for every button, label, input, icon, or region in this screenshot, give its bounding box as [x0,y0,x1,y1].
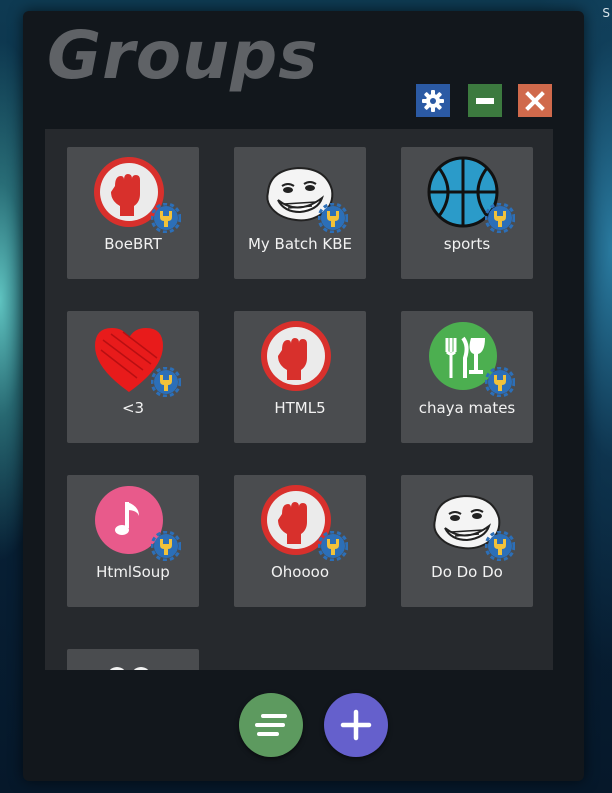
close-button[interactable] [518,84,552,117]
menu-lines-icon [255,714,287,736]
group-name: Do Do Do [431,563,503,581]
raised-fist-icon [260,320,340,400]
group-name: <3 [121,399,145,417]
group-name: My Batch KBE [247,235,353,253]
group-name: HTML5 [274,399,326,417]
plus-icon [340,709,372,741]
admin-badge-icon [317,530,349,565]
settings-button[interactable] [416,84,450,117]
group-tile[interactable]: BoeBRT [67,147,199,279]
group-name: chaya mates [418,399,516,417]
close-icon [525,90,545,111]
group-tile[interactable]: My Batch KBE [234,147,366,279]
admin-badge-icon [484,202,516,237]
admin-badge-icon [150,530,182,565]
group-name: sports [443,235,491,253]
minus-icon [476,97,494,104]
minimize-button[interactable] [468,84,502,117]
group-tile[interactable] [67,649,199,670]
add-group-button[interactable] [324,693,388,757]
admin-badge-icon [150,366,182,401]
groups-window: Groups BoeBRT My Batch KBE sports <3 HTM… [23,11,584,781]
group-tile[interactable]: Ohoooo [234,475,366,607]
group-tile[interactable]: Do Do Do [401,475,533,607]
window-title: Groups [47,17,319,94]
groups-grid: BoeBRT My Batch KBE sports <3 HTML5 chay… [45,129,553,670]
group-name: Ohoooo [270,563,330,581]
group-tile[interactable]: chaya mates [401,311,533,443]
corner-text: S [602,6,610,20]
admin-badge-icon [484,530,516,565]
group-tile[interactable]: HtmlSoup [67,475,199,607]
group-name: HtmlSoup [96,563,170,581]
admin-badge-icon [484,366,516,401]
admin-badge-icon [317,202,349,237]
admin-badge-icon [150,202,182,237]
group-tile[interactable]: sports [401,147,533,279]
group-name: BoeBRT [104,235,162,253]
people-icon [93,663,173,670]
menu-button[interactable] [239,693,303,757]
group-tile[interactable]: <3 [67,311,199,443]
gear-icon [422,89,444,112]
group-tile[interactable]: HTML5 [234,311,366,443]
